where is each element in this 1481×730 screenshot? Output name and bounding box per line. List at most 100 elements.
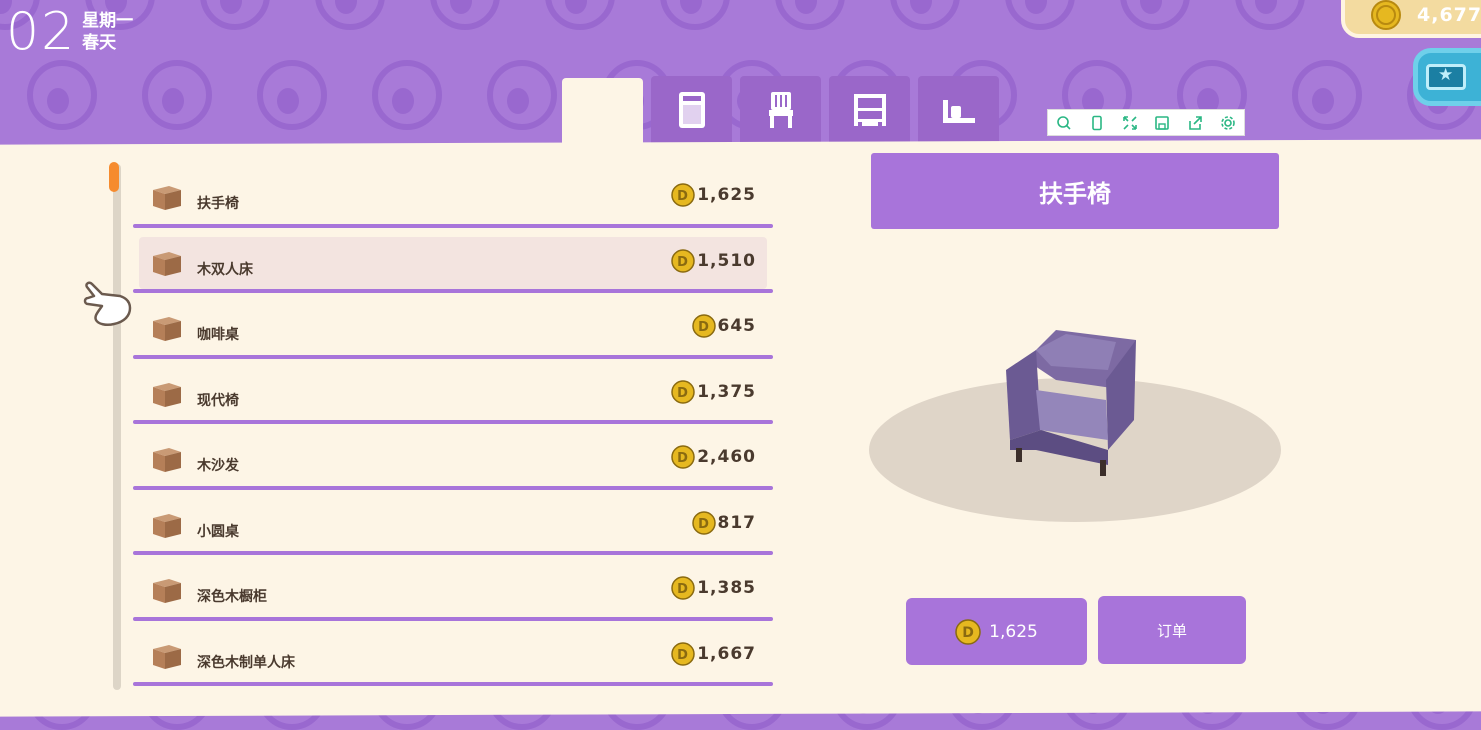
item-price-value: 1,510	[697, 250, 756, 271]
expand-button[interactable]	[1121, 114, 1139, 132]
background-bubble	[27, 60, 97, 130]
scrollbar-track[interactable]	[113, 164, 121, 690]
phone-button[interactable]	[1088, 114, 1106, 132]
item-name: 咖啡桌	[197, 327, 239, 343]
background-bubble	[660, 0, 730, 30]
date-weekday: 星期一	[82, 11, 134, 31]
coin-icon: D	[955, 618, 981, 645]
list-item[interactable]: 现代椅 D 1,375	[133, 359, 778, 424]
coin-icon: D	[671, 641, 695, 666]
svg-text:D: D	[677, 386, 689, 401]
item-price-value: 1,385	[697, 578, 756, 598]
background-bubble	[315, 0, 385, 30]
background-bubble	[200, 0, 270, 30]
coin-icon: D	[691, 510, 716, 535]
tab-bed[interactable]	[918, 76, 999, 144]
fridge-icon	[674, 90, 710, 130]
row-divider	[133, 682, 773, 686]
bed-icon	[941, 90, 977, 130]
svg-text:D: D	[677, 451, 689, 466]
box-icon	[153, 513, 181, 538]
item-price: D 2,460	[671, 445, 756, 469]
item-name: 木沙发	[197, 458, 239, 474]
order-button[interactable]: 订单	[1098, 596, 1246, 664]
scrollbar-thumb[interactable]	[109, 162, 119, 192]
item-price: D 1,375	[671, 379, 756, 404]
coin-icon: D	[671, 248, 695, 273]
coin-icon: D	[691, 314, 716, 338]
background-bubble	[1292, 60, 1362, 130]
list-item[interactable]: 木沙发 D 2,460	[133, 424, 778, 490]
background-bubble	[890, 0, 960, 30]
search-icon	[1057, 115, 1071, 130]
box-icon	[153, 644, 181, 669]
list-item[interactable]: 木双人床 D 1,510	[133, 228, 778, 293]
gear-icon	[1220, 115, 1235, 130]
item-price-value: 817	[717, 512, 756, 533]
tab-chair[interactable]	[740, 76, 821, 144]
background-bubble	[430, 0, 500, 30]
item-name: 现代椅	[197, 392, 239, 409]
list-item[interactable]: 咖啡桌 D 645	[133, 293, 778, 359]
item-price-value: 1,375	[697, 381, 756, 402]
list-item[interactable]: 扶手椅 D 1,625	[133, 162, 778, 228]
item-name: 小圆桌	[197, 523, 239, 540]
svg-text:D: D	[677, 255, 689, 270]
save-button[interactable]	[1153, 114, 1171, 132]
coin-icon	[1371, 0, 1401, 30]
item-name: 木双人床	[197, 261, 253, 278]
box-icon	[153, 251, 181, 276]
phone-icon	[1092, 115, 1102, 130]
search-button[interactable]	[1055, 114, 1073, 132]
coin-balance-value: 4,677,	[1417, 4, 1481, 26]
share-icon	[1189, 115, 1202, 130]
tab-all[interactable]	[562, 78, 643, 150]
item-list: 扶手椅 D 1,625 木双人床 D 1,510 咖啡桌 D 645 现代椅 D…	[133, 162, 778, 686]
ticket-icon	[1426, 64, 1466, 90]
preview-title: 扶手椅	[871, 153, 1279, 229]
background-bubble	[372, 60, 442, 130]
coin-icon: D	[671, 445, 695, 469]
hand-cursor-icon	[83, 281, 132, 327]
date-day: 02	[6, 2, 77, 62]
box-icon	[153, 186, 181, 210]
item-price: D 817	[691, 510, 757, 535]
share-button[interactable]	[1186, 114, 1204, 132]
tab-shelf[interactable]	[829, 76, 910, 144]
screen-toolbar	[1047, 109, 1245, 136]
chair-icon	[763, 90, 799, 130]
shelf-icon	[852, 90, 888, 130]
coin-icon: D	[671, 183, 695, 207]
item-price-value: 1,667	[697, 643, 756, 664]
item-price: D 1,625	[671, 183, 756, 207]
svg-text:D: D	[677, 189, 689, 204]
item-name: 深色木橱柜	[197, 589, 267, 605]
tab-fridge[interactable]	[651, 76, 732, 144]
svg-text:D: D	[677, 648, 689, 663]
box-icon	[153, 579, 181, 603]
list-item[interactable]: 深色木制单人床 D 1,667	[133, 621, 778, 686]
background-bubble	[142, 60, 212, 130]
background-bubble	[487, 60, 557, 130]
background-bubble	[257, 60, 327, 130]
list-item[interactable]: 小圆桌 D 817	[133, 490, 778, 555]
buy-button[interactable]: D 1,625	[906, 598, 1087, 665]
date-display: 02 星期一 春天	[6, 6, 133, 58]
item-price-value: 645	[717, 316, 756, 336]
background-bubble	[775, 0, 845, 30]
box-icon	[153, 317, 181, 341]
item-price: D 645	[691, 314, 757, 338]
svg-text:D: D	[698, 320, 710, 335]
background-bubble	[1120, 0, 1190, 30]
box-icon	[153, 382, 181, 407]
coin-balance: 4,677,	[1341, 0, 1481, 38]
background-bubble	[1235, 0, 1305, 30]
box-icon	[153, 448, 181, 472]
category-tabs	[562, 76, 999, 150]
armchair-preview-image	[1006, 330, 1136, 476]
settings-button[interactable]	[1219, 114, 1237, 132]
coin-icon: D	[671, 576, 695, 600]
item-price: D 1,385	[671, 576, 756, 600]
list-item[interactable]: 深色木橱柜 D 1,385	[133, 555, 778, 621]
item-name: 深色木制单人床	[197, 654, 295, 671]
